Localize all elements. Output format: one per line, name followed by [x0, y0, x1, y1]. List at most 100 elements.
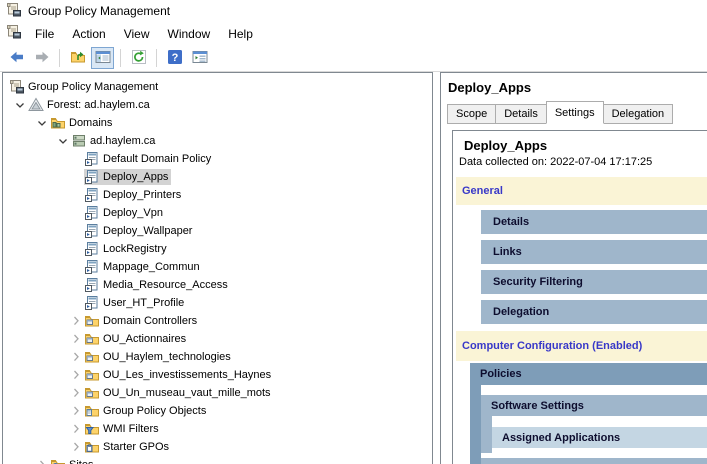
console-tree-toggle-icon	[95, 49, 111, 68]
tree-item-forest-ad-haylem-ca[interactable]: Forest: ad.haylem.ca	[3, 96, 432, 114]
gpo-icon	[84, 259, 100, 275]
chevron-down-icon[interactable]	[11, 97, 28, 113]
tab-settings[interactable]: Settings	[546, 101, 604, 124]
tree-item-domains[interactable]: Domains	[3, 114, 432, 132]
tree-node-body[interactable]: Group Policy Objects	[84, 403, 209, 419]
general-row-details[interactable]: Details	[481, 210, 707, 234]
chevron-right-icon[interactable]	[33, 457, 50, 464]
back-arrow-button[interactable]	[5, 47, 28, 69]
chevron-right-icon[interactable]	[67, 403, 84, 419]
tree-node-body[interactable]: Group Policy Management	[9, 79, 161, 95]
refresh-button[interactable]	[127, 47, 150, 69]
tree-item-group-policy-management[interactable]: Group Policy Management	[3, 78, 432, 96]
tree-item-ad-haylem-ca[interactable]: ad.haylem.ca	[3, 132, 432, 150]
selected-tree-node[interactable]: Deploy_Apps	[84, 169, 171, 185]
report-node-assigned-applications: Assigned Applications	[492, 427, 707, 448]
chevron-right-icon[interactable]	[67, 385, 84, 401]
tree-node-body[interactable]: Default Domain Policy	[84, 151, 214, 167]
general-row-delegation[interactable]: Delegation	[481, 300, 707, 324]
policies-row[interactable]: Policies	[470, 363, 707, 385]
tree-node-body[interactable]: Sites	[50, 457, 96, 464]
tree-node-body[interactable]: Starter GPOs	[84, 439, 172, 455]
tree-item-deploy-printers[interactable]: Deploy_Printers	[3, 186, 432, 204]
tree-node-body[interactable]: LockRegistry	[84, 241, 170, 257]
tree-node-body[interactable]: OU_Actionnaires	[84, 331, 189, 347]
tree-item-label: Deploy_Vpn	[103, 206, 166, 220]
tree-node-body[interactable]: OU_Un_museau_vaut_mille_mots	[84, 385, 274, 401]
gpo-icon	[84, 187, 100, 203]
tree-item-starter-gpos[interactable]: Starter GPOs	[3, 438, 432, 456]
tree-item-label: WMI Filters	[103, 422, 162, 436]
tree-item-sites[interactable]: Sites	[3, 456, 432, 464]
chevron-right-icon[interactable]	[67, 421, 84, 437]
chevron-placeholder	[67, 151, 84, 167]
chevron-down-icon[interactable]	[54, 133, 71, 149]
report-next-section-partial[interactable]	[481, 458, 707, 464]
chevron-right-icon[interactable]	[67, 439, 84, 455]
action-pane-toggle-button[interactable]	[188, 47, 211, 69]
software-settings-row[interactable]: Software Settings	[481, 395, 707, 416]
forward-arrow-button[interactable]	[30, 47, 53, 69]
policy-folder-icon	[84, 403, 100, 419]
tree-item-group-policy-objects[interactable]: Group Policy Objects	[3, 402, 432, 420]
tree-node-body[interactable]: Deploy_Wallpaper	[84, 223, 195, 239]
tree-node-body[interactable]: Deploy_Printers	[84, 187, 184, 203]
tree-item-label: Starter GPOs	[103, 440, 172, 454]
tree-node-body[interactable]: Domain Controllers	[84, 313, 200, 329]
chevron-right-icon[interactable]	[67, 367, 84, 383]
menu-item-action[interactable]: Action	[63, 24, 114, 44]
tree-node-body[interactable]: WMI Filters	[84, 421, 162, 437]
general-row-security-filtering[interactable]: Security Filtering	[481, 270, 707, 294]
tree-node-body[interactable]: Deploy_Vpn	[84, 205, 166, 221]
tree-node-body[interactable]: Forest: ad.haylem.ca	[28, 97, 153, 113]
tree-node-body[interactable]: Media_Resource_Access	[84, 277, 231, 293]
up-folder-button[interactable]	[66, 47, 89, 69]
tree-node-body[interactable]: ad.haylem.ca	[71, 133, 158, 149]
tree-item-domain-controllers[interactable]: Domain Controllers	[3, 312, 432, 330]
menu-item-view[interactable]: View	[115, 24, 159, 44]
chevron-right-icon[interactable]	[67, 331, 84, 347]
spacer	[492, 448, 707, 453]
tree-item-media-resource-access[interactable]: Media_Resource_Access	[3, 276, 432, 294]
chevron-down-icon[interactable]	[33, 115, 50, 131]
menu-item-file[interactable]: File	[26, 24, 63, 44]
tree-item-wmi-filters[interactable]: WMI Filters	[3, 420, 432, 438]
tree-item-ou-les-investissements-haynes[interactable]: OU_Les_investissements_Haynes	[3, 366, 432, 384]
tree-item-deploy-apps[interactable]: Deploy_Apps	[3, 168, 432, 186]
starter-folder-icon	[84, 439, 100, 455]
report-section-computer-configuration[interactable]: Computer Configuration (Enabled)	[456, 331, 707, 361]
tab-delegation[interactable]: Delegation	[603, 104, 674, 124]
tree-item-ou-haylem-technologies[interactable]: OU_Haylem_technologies	[3, 348, 432, 366]
report-section-general[interactable]: General	[456, 177, 707, 205]
general-row-links[interactable]: Links	[481, 240, 707, 264]
tree-node-body[interactable]: OU_Les_investissements_Haynes	[84, 367, 274, 383]
chevron-right-icon[interactable]	[67, 349, 84, 365]
domains-folder-icon	[50, 115, 66, 131]
assigned-applications-row[interactable]: Assigned Applications	[492, 427, 707, 448]
gpmc-console-icon[interactable]	[6, 24, 22, 43]
menu-item-window[interactable]: Window	[159, 24, 220, 44]
tree-item-deploy-wallpaper[interactable]: Deploy_Wallpaper	[3, 222, 432, 240]
tree-item-lockregistry[interactable]: LockRegistry	[3, 240, 432, 258]
tree-item-ou-actionnaires[interactable]: OU_Actionnaires	[3, 330, 432, 348]
gpo-icon	[84, 205, 100, 221]
tree-node-body[interactable]: OU_Haylem_technologies	[84, 349, 234, 365]
tree-item-label: OU_Les_investissements_Haynes	[103, 368, 274, 382]
menu-item-help[interactable]: Help	[219, 24, 262, 44]
tree-node-body[interactable]: User_HT_Profile	[84, 295, 187, 311]
tree-item-label: Group Policy Objects	[103, 404, 209, 418]
tab-scope[interactable]: Scope	[447, 104, 496, 124]
tree-item-mappage-commun[interactable]: Mappage_Commun	[3, 258, 432, 276]
tree-node-body[interactable]: Mappage_Commun	[84, 259, 203, 275]
policies-children: Software Settings Assigned Applications	[481, 385, 707, 464]
tree-node-body[interactable]: Domains	[50, 115, 115, 131]
tree-item-deploy-vpn[interactable]: Deploy_Vpn	[3, 204, 432, 222]
console-tree-toggle-button[interactable]	[91, 47, 114, 69]
tree-item-user-ht-profile[interactable]: User_HT_Profile	[3, 294, 432, 312]
gpo-icon	[84, 295, 100, 311]
chevron-right-icon[interactable]	[67, 313, 84, 329]
tree-item-ou-un-museau-vaut-mille-mots[interactable]: OU_Un_museau_vaut_mille_mots	[3, 384, 432, 402]
help-button[interactable]: ?	[163, 47, 186, 69]
tab-details[interactable]: Details	[495, 104, 547, 124]
tree-item-default-domain-policy[interactable]: Default Domain Policy	[3, 150, 432, 168]
